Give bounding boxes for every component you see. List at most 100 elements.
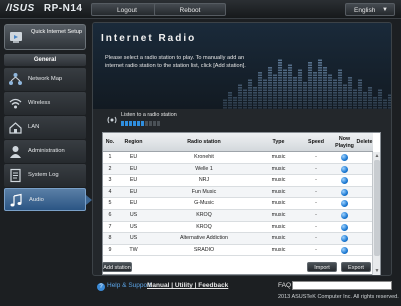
play-station-icon[interactable]: [341, 188, 348, 196]
export-button[interactable]: Export: [341, 262, 371, 272]
reboot-button[interactable]: Reboot: [154, 3, 226, 16]
cell-speed: -: [315, 200, 317, 207]
equalizer-bar-segment: [243, 102, 247, 104]
equalizer-bar-segment: [263, 87, 267, 89]
table-row[interactable]: 9 TW SRADIO music -: [103, 245, 373, 257]
cell-speed: -: [315, 223, 317, 230]
equalizer-bar-segment: [368, 87, 372, 89]
faq-search-input[interactable]: [292, 281, 392, 290]
equalizer-bar-segment: [358, 79, 362, 82]
equalizer-bar-segment: [308, 87, 312, 89]
equalizer-bar-segment: [273, 89, 277, 92]
equalizer-bar-segment: [338, 87, 342, 89]
table-row[interactable]: 3 EU NRJ music -: [103, 175, 373, 187]
play-station-icon[interactable]: [341, 211, 348, 219]
equalizer-bar-segment: [283, 89, 287, 92]
sidebar-item-lan[interactable]: LAN: [4, 116, 86, 139]
equalizer-bar-segment: [258, 97, 262, 99]
equalizer-bar-segment: [373, 97, 377, 99]
cell-type: music: [271, 177, 286, 184]
scroll-up-icon[interactable]: ▲: [374, 153, 380, 159]
equalizer-bar-segment: [308, 72, 312, 74]
help-label: Help & Support: [107, 282, 152, 289]
add-station-button[interactable]: Add station: [102, 262, 132, 272]
equalizer-bar-segment: [353, 92, 357, 94]
equalizer-bar-segment: [308, 92, 312, 94]
equalizer-bar-segment: [248, 92, 252, 94]
equalizer-bar-segment: [313, 82, 317, 84]
equalizer-bar-segment: [348, 79, 352, 82]
equalizer-bar-segment: [243, 99, 247, 102]
equalizer-bar-segment: [343, 104, 347, 107]
equalizer-bar-segment: [308, 64, 312, 67]
equalizer-bar-segment: [323, 87, 327, 89]
equalizer-bar-segment: [273, 74, 277, 77]
sidebar-item-network-map[interactable]: Network Map: [4, 68, 86, 91]
equalizer-bar-segment: [273, 79, 277, 82]
table-row[interactable]: 1 EU Kronehit music -: [103, 152, 373, 164]
play-station-icon[interactable]: [341, 246, 348, 254]
table-row[interactable]: 4 EU Fun Music music -: [103, 186, 373, 199]
equalizer-bar-segment: [278, 79, 282, 82]
logout-button[interactable]: Logout: [91, 3, 163, 16]
play-station-icon[interactable]: [341, 165, 348, 173]
equalizer-bar-segment: [238, 89, 242, 92]
equalizer-bar-segment: [323, 84, 327, 87]
equalizer-bar-segment: [268, 89, 272, 92]
equalizer-bar-segment: [338, 77, 342, 79]
table-row[interactable]: 2 EU Welle 1 music -: [103, 163, 373, 176]
sidebar-item-audio[interactable]: Audio: [4, 188, 92, 211]
equalizer-bar-segment: [323, 102, 327, 104]
equalizer-bar-segment: [348, 82, 352, 84]
equalizer-bar-segment: [263, 84, 267, 87]
equalizer-bar-segment: [278, 107, 282, 109]
equalizer-bar-segment: [293, 82, 297, 84]
cell-region: US: [129, 211, 138, 218]
sidebar-item-system-log[interactable]: System Log: [4, 164, 86, 187]
equalizer-bar-segment: [383, 102, 387, 104]
import-button[interactable]: Import: [307, 262, 337, 272]
play-station-icon[interactable]: [341, 154, 348, 161]
equalizer-bar-segment: [363, 99, 367, 102]
equalizer-bar-segment: [248, 94, 252, 97]
sidebar-item-wireless[interactable]: Wireless: [4, 92, 86, 115]
help-support-link[interactable]: ? Help & Support: [97, 282, 151, 291]
table-row[interactable]: 6 US KROQ music -: [103, 209, 373, 222]
equalizer-bar-segment: [358, 102, 362, 104]
equalizer-bar-segment: [258, 104, 262, 107]
table-row[interactable]: 7 US KROQ music -: [103, 222, 373, 234]
equalizer-bar-segment: [293, 89, 297, 92]
scrollbar-thumb[interactable]: [374, 160, 380, 256]
equalizer-bar-segment: [363, 102, 367, 104]
equalizer-bar-segment: [293, 97, 297, 99]
equalizer-bar-segment: [283, 77, 287, 79]
language-select[interactable]: English ▼: [345, 3, 395, 16]
volume-slider[interactable]: [121, 121, 161, 126]
equalizer-bar-segment: [243, 104, 247, 107]
play-station-icon[interactable]: [341, 200, 348, 208]
equalizer-bar-segment: [298, 77, 302, 79]
equalizer-bar-segment: [288, 92, 292, 94]
scroll-down-icon[interactable]: ▼: [374, 268, 380, 274]
equalizer-bar-segment: [268, 107, 272, 109]
equalizer-bar-segment: [283, 82, 287, 84]
equalizer-bar-segment: [253, 102, 257, 104]
equalizer-bar-segment: [308, 84, 312, 87]
sidebar-item-administration[interactable]: Administration: [4, 140, 86, 163]
play-station-icon[interactable]: [341, 235, 348, 243]
table-row[interactable]: 8 US Alternative Addiction music -: [103, 233, 373, 245]
footer-links[interactable]: Manual | Utility | Feedback: [147, 282, 228, 289]
equalizer-bar-segment: [333, 82, 337, 84]
quick-internet-setup-button[interactable]: Quick Internet Setup: [4, 24, 86, 50]
equalizer-bar-segment: [298, 82, 302, 84]
footer: ? Help & Support Manual | Utility | Feedb…: [0, 280, 401, 306]
play-station-icon[interactable]: [341, 223, 348, 231]
play-station-icon[interactable]: [341, 177, 348, 185]
table-scrollbar[interactable]: ▲ ▼: [372, 152, 380, 275]
equalizer-bar-segment: [318, 59, 322, 62]
equalizer-bar-segment: [278, 82, 282, 84]
table-row[interactable]: 5 EU G-Music music -: [103, 198, 373, 210]
equalizer-bar-segment: [348, 94, 352, 97]
equalizer-bar-segment: [318, 92, 322, 94]
cell-speed: -: [315, 235, 317, 242]
